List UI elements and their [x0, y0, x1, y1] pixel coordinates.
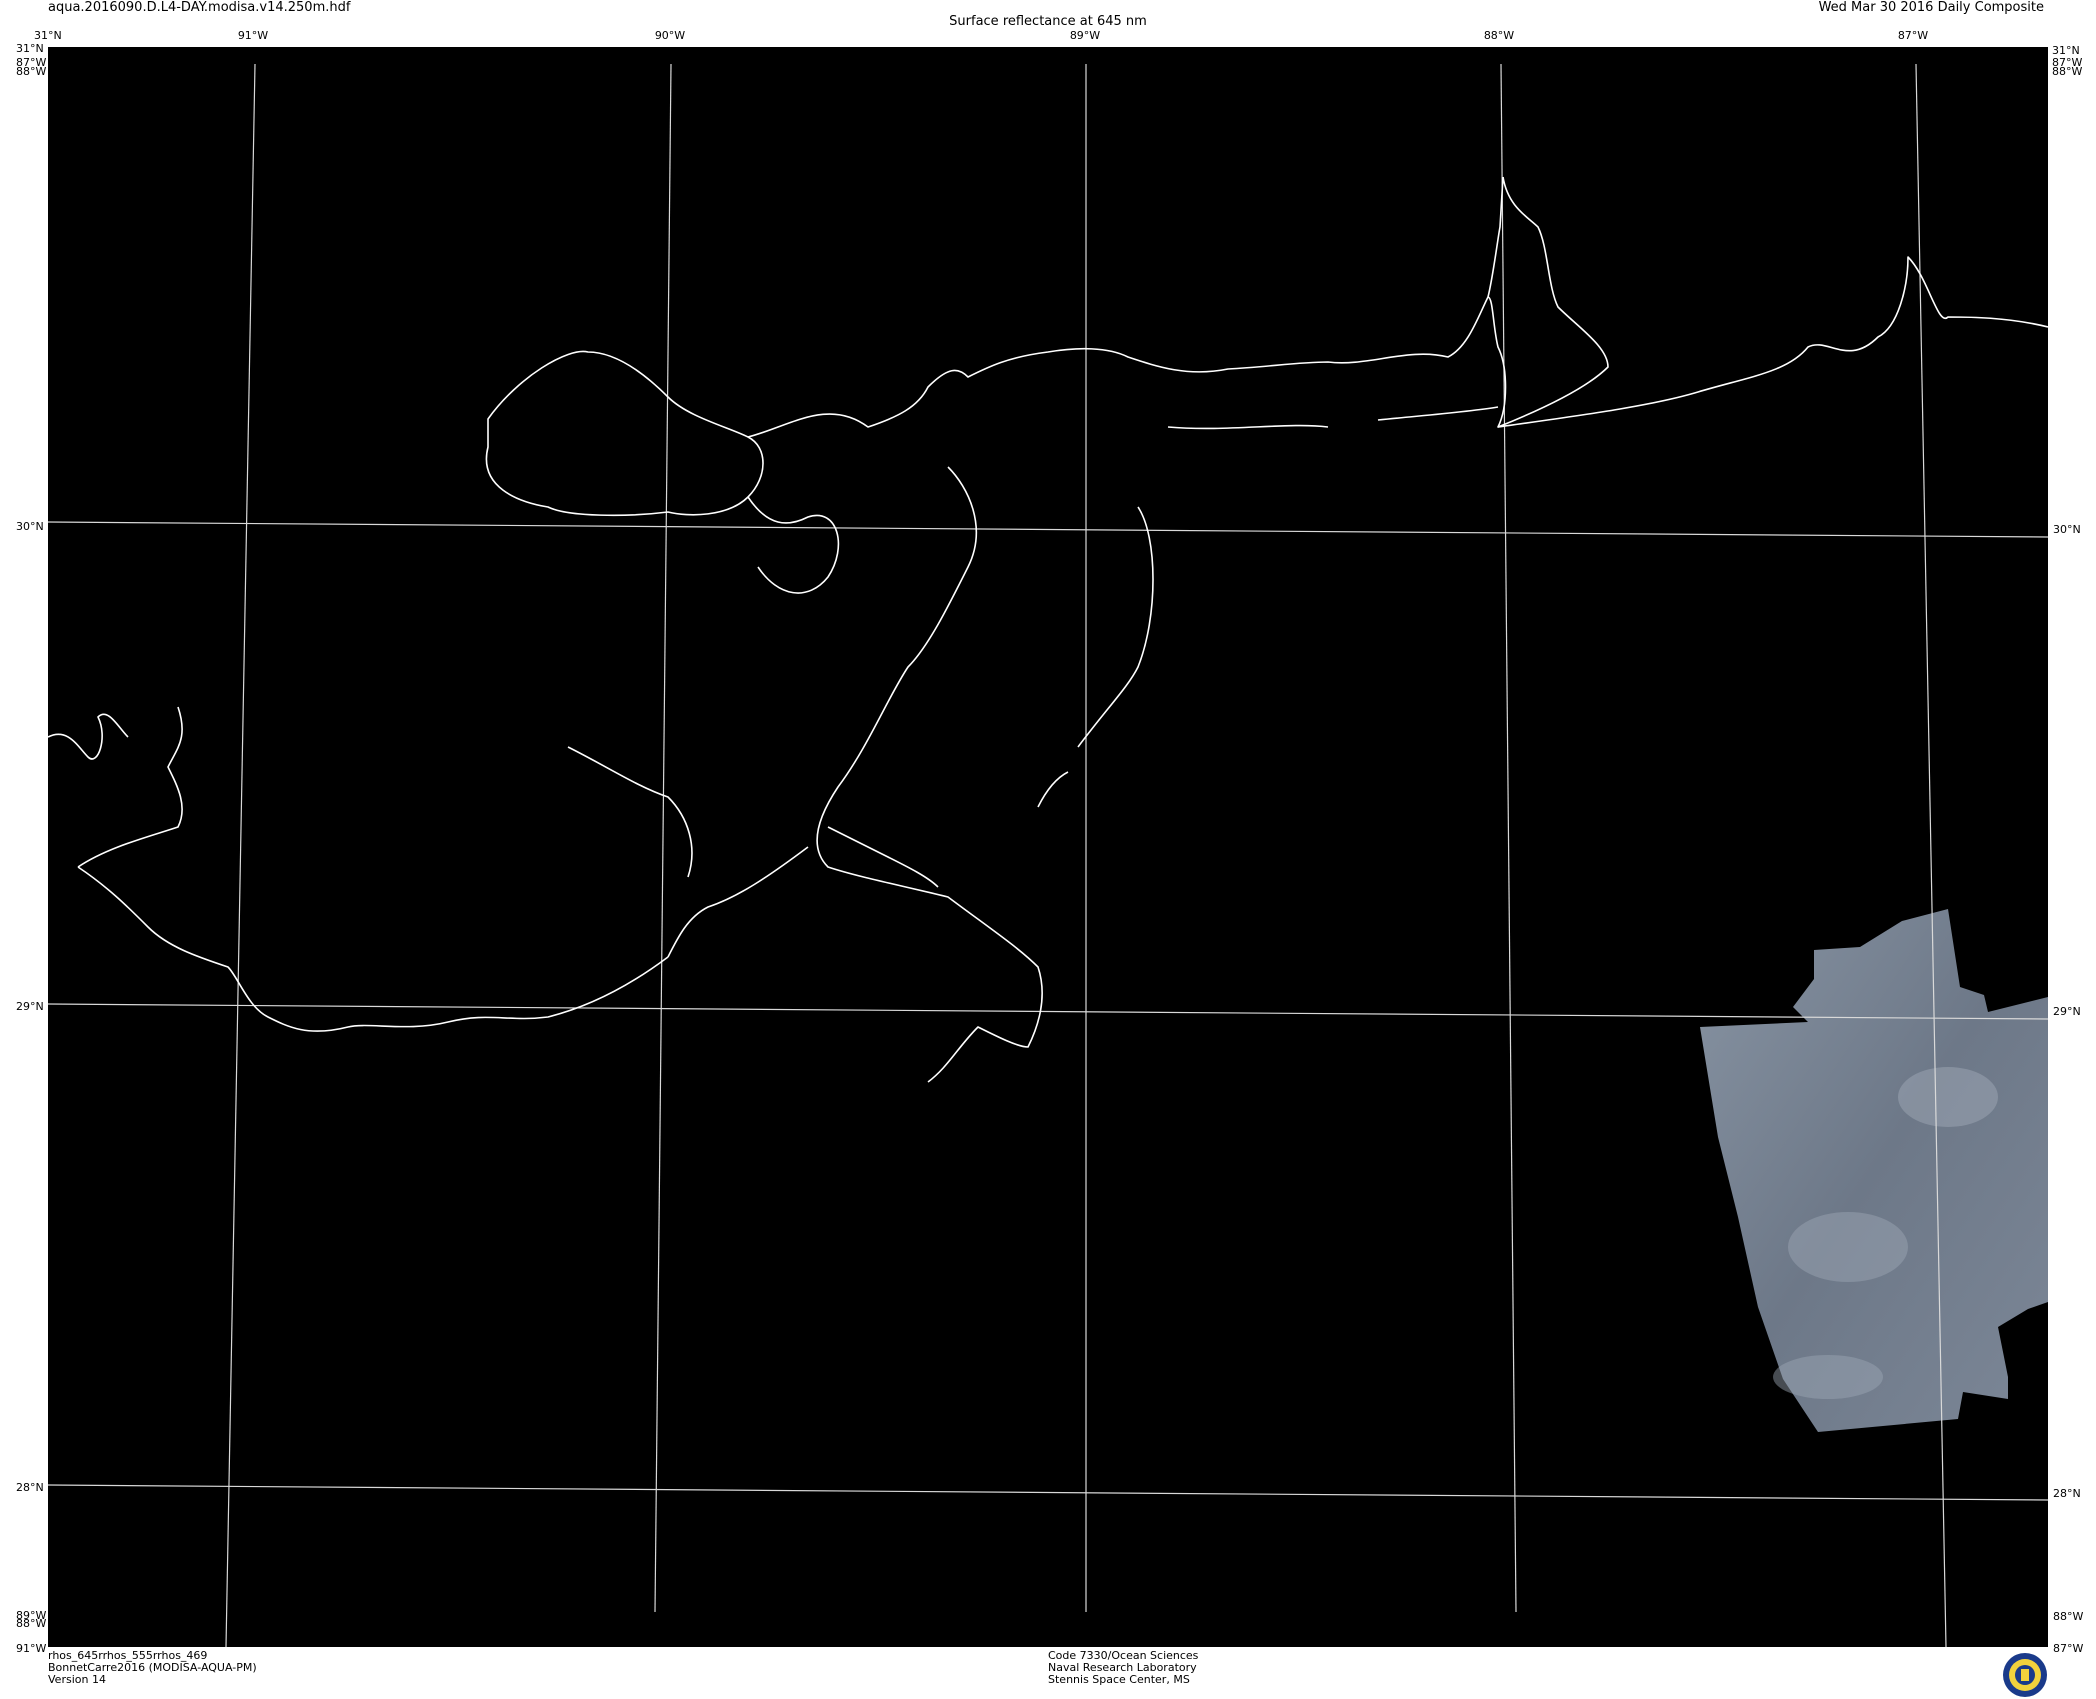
top-lon-label-90w: 90°W — [654, 29, 686, 42]
florida-panhandle-coast — [1497, 256, 2048, 428]
coastline — [48, 176, 2048, 1083]
cloud-patch — [1788, 1212, 1908, 1282]
western-edge-coast — [48, 713, 129, 760]
delta-marsh — [816, 466, 1043, 1083]
map-panel — [48, 47, 2048, 1647]
top-left-lat-label-2: 31°N — [16, 42, 44, 55]
parallel-30n — [48, 521, 2048, 538]
barataria-coast — [667, 846, 809, 958]
chandeleur-islands — [1077, 506, 1154, 748]
atchafalaya-coast — [77, 706, 183, 868]
imagery-swath — [1700, 909, 2048, 1432]
mississippi-coast — [747, 176, 1504, 438]
footer-center-block: Code 7330/Ocean Sciences Naval Research … — [1048, 1650, 1198, 1686]
map-canvas — [48, 63, 2048, 1647]
product-title: Surface reflectance at 645 nm — [949, 14, 1147, 29]
nrl-seal-icon — [2003, 1653, 2047, 1697]
version-label: Version 14 — [48, 1673, 106, 1686]
top-left-lat-label: 31°N — [34, 29, 62, 42]
parallel-29n — [48, 1003, 2048, 1020]
bird-foot-delta — [827, 826, 939, 888]
meridian-91w — [225, 63, 256, 1647]
bottom-right-lon-label: 88°W — [2053, 1610, 2084, 1623]
bottom-left-lon-label-2: 88°W — [16, 1617, 47, 1630]
bottom-left-lon-label-3: 91°W — [16, 1642, 47, 1655]
left-lat-label-30n: 30°N — [16, 520, 44, 533]
left-lat-label-29n: 29°N — [16, 1000, 44, 1013]
parallel-28n — [48, 1484, 2048, 1501]
imagery-swath-shape — [1700, 909, 2048, 1432]
meridian-88w — [1500, 63, 1517, 1613]
mobile-bay — [1487, 176, 1609, 428]
breton-island — [1037, 771, 1069, 808]
top-right-lon-label-2: 88°W — [2052, 65, 2083, 78]
right-lat-label-30n: 30°N — [2053, 523, 2081, 536]
right-lat-label-28n: 28°N — [2053, 1487, 2081, 1500]
bottom-right-lon-label-2: 87°W — [2053, 1642, 2084, 1655]
left-lat-label-28n: 28°N — [16, 1481, 44, 1494]
terrebonne-marsh — [567, 746, 693, 878]
composite-date: Wed Mar 30 2016 Daily Composite — [1818, 0, 2044, 15]
right-lat-label-29n: 29°N — [2053, 1005, 2081, 1018]
dauphin-island — [1377, 406, 1499, 421]
footer-left-block: rhos_645rrhos_555rrhos_469 BonnetCarre20… — [48, 1650, 257, 1686]
cloud-patch — [1773, 1355, 1883, 1399]
meridian-90w — [654, 63, 672, 1613]
location-label: Stennis Space Center, MS — [1048, 1673, 1190, 1686]
top-lon-label-87w: 87°W — [1897, 29, 1929, 42]
lake-pontchartrain — [485, 350, 764, 517]
top-lon-label-88w: 88°W — [1483, 29, 1515, 42]
top-left-lon-label-2: 88°W — [16, 65, 47, 78]
file-name: aqua.2016090.D.L4-DAY.modisa.v14.250m.hd… — [48, 0, 351, 15]
seal-emblem — [2021, 1669, 2029, 1681]
cloud-patch — [1898, 1067, 1998, 1127]
barrier-islands — [1167, 424, 1329, 430]
graticule — [48, 63, 2048, 1647]
lake-borgne — [747, 496, 840, 594]
top-lon-label-91w: 91°W — [237, 29, 269, 42]
top-lon-label-89w: 89°W — [1069, 29, 1101, 42]
